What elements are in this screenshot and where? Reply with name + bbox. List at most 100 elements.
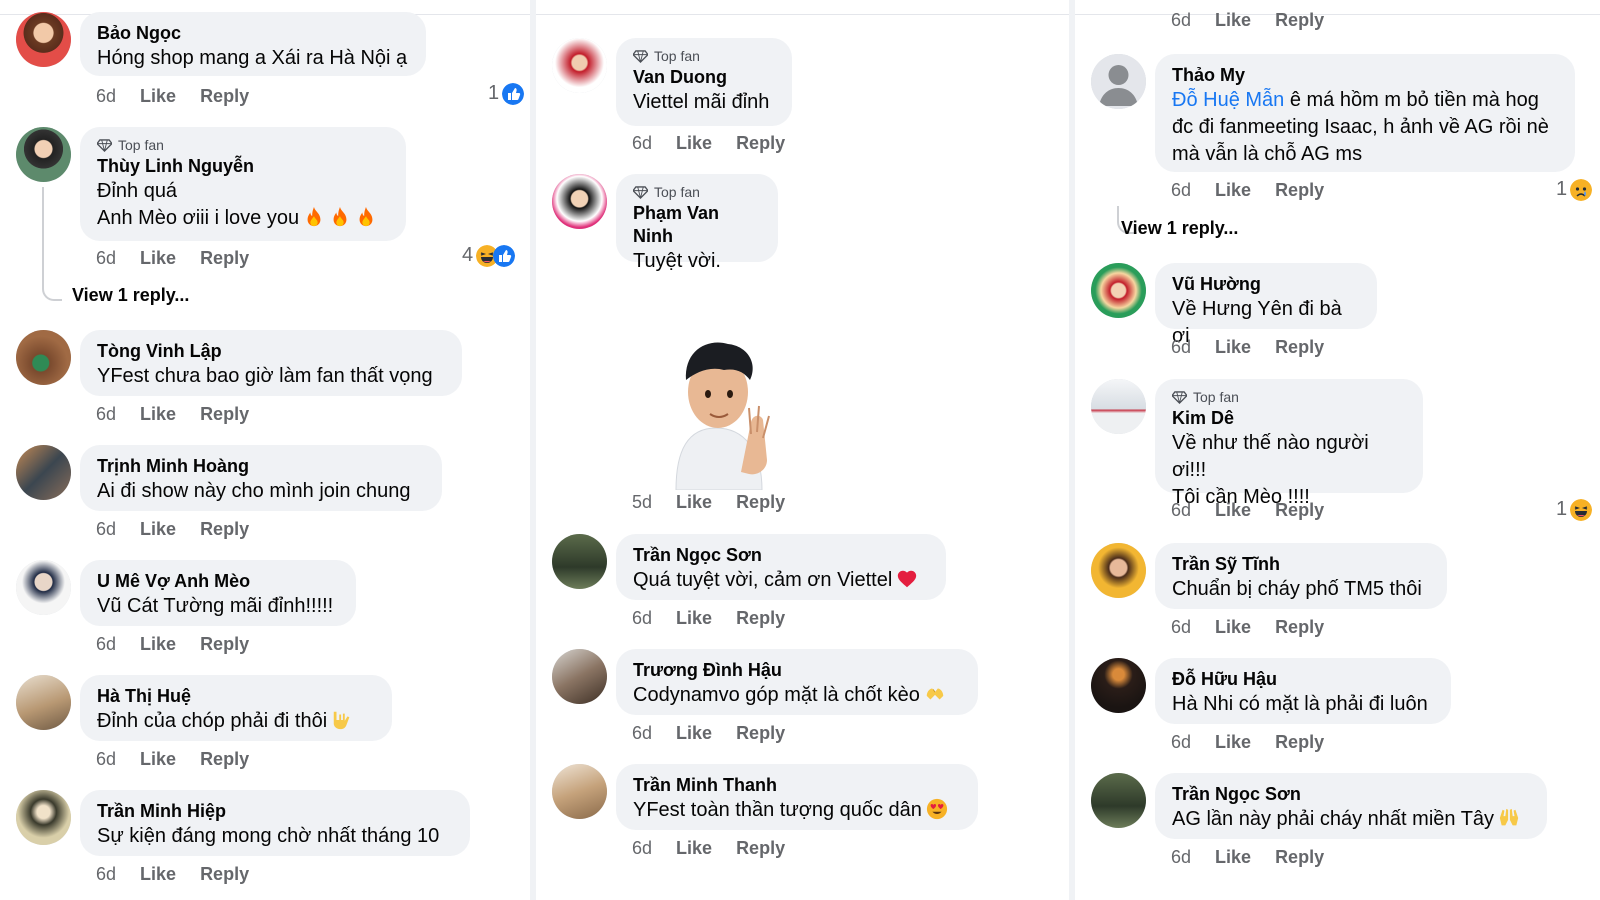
comment-time[interactable]: 6d [632,723,652,744]
reply-button[interactable]: Reply [736,723,785,744]
comment-author[interactable]: Bảo Ngọc [97,22,410,45]
comment-time[interactable]: 6d [632,608,652,629]
comment-time[interactable]: 6d [632,133,652,154]
like-button[interactable]: Like [1215,337,1251,358]
comment-author[interactable]: Phạm Van Ninh [633,202,762,248]
reply-button[interactable]: Reply [1275,732,1324,753]
reaction-summary[interactable]: 4 [462,244,515,267]
view-replies-link[interactable]: View 1 reply... [72,285,189,306]
comment-author[interactable]: Trần Minh Hiệp [97,800,454,823]
like-button[interactable]: Like [140,404,176,425]
comment-time[interactable]: 6d [1171,500,1191,521]
comment-author[interactable]: Trần Sỹ Tĩnh [1172,553,1431,576]
comment-time[interactable]: 6d [96,634,116,655]
comment-time[interactable]: 6d [1171,10,1191,31]
comment-author[interactable]: Trần Ngọc Sơn [1172,783,1531,806]
reply-button[interactable]: Reply [200,634,249,655]
comment-author[interactable]: Van Duong [633,66,776,89]
comment-time[interactable]: 6d [1171,732,1191,753]
like-button[interactable]: Like [676,133,712,154]
avatar[interactable] [1091,773,1146,828]
comment-author[interactable]: Đỗ Hữu Hậu [1172,668,1435,691]
reaction-summary[interactable]: 1 [1556,178,1592,201]
avatar[interactable] [552,38,607,93]
like-button[interactable]: Like [676,492,712,513]
comment-author[interactable]: Trịnh Minh Hoàng [97,455,426,478]
reply-button[interactable]: Reply [200,519,249,540]
like-button[interactable]: Like [140,749,176,770]
like-button[interactable]: Like [1215,732,1251,753]
comment-author[interactable]: Thảo My [1172,64,1559,87]
like-button[interactable]: Like [1215,847,1251,868]
reply-button[interactable]: Reply [736,838,785,859]
comment-author[interactable]: Trần Minh Thanh [633,774,962,797]
reply-button[interactable]: Reply [1275,337,1324,358]
comment-author[interactable]: Trương Đình Hậu [633,659,962,682]
reply-button[interactable]: Reply [736,492,785,513]
comment-time[interactable]: 6d [1171,337,1191,358]
mention-link[interactable]: Đỗ Huệ Mẫn [1172,89,1284,111]
comment-time[interactable]: 6d [1171,617,1191,638]
comment-time[interactable]: 6d [96,864,116,885]
reply-button[interactable]: Reply [200,864,249,885]
like-button[interactable]: Like [1215,500,1251,521]
reaction-summary[interactable]: 1 [1556,498,1592,521]
reaction-summary[interactable]: 1 [488,82,524,105]
reply-button[interactable]: Reply [200,248,249,269]
reply-button[interactable]: Reply [200,86,249,107]
comment-time[interactable]: 6d [96,404,116,425]
comment-time[interactable]: 6d [96,86,116,107]
avatar[interactable] [16,12,71,67]
avatar[interactable] [552,649,607,704]
avatar[interactable] [1091,263,1146,318]
comment-time[interactable]: 6d [96,749,116,770]
like-button[interactable]: Like [676,608,712,629]
like-button[interactable]: Like [676,838,712,859]
comment-author[interactable]: Hà Thị Huệ [97,685,376,708]
avatar[interactable] [1091,658,1146,713]
comment-time[interactable]: 6d [96,519,116,540]
reply-button[interactable]: Reply [736,133,785,154]
comment-time[interactable]: 6d [632,838,652,859]
avatar[interactable] [552,534,607,589]
avatar[interactable] [1091,54,1146,109]
reply-button[interactable]: Reply [1275,10,1324,31]
like-button[interactable]: Like [140,86,176,107]
reply-button[interactable]: Reply [1275,847,1324,868]
comment-time[interactable]: 6d [1171,847,1191,868]
comment-time[interactable]: 6d [96,248,116,269]
like-button[interactable]: Like [1215,10,1251,31]
avatar[interactable] [16,790,71,845]
reply-button[interactable]: Reply [1275,617,1324,638]
avatar[interactable] [16,445,71,500]
comment-time[interactable]: 5d [632,492,652,513]
avatar[interactable] [16,675,71,730]
avatar[interactable] [552,174,607,229]
avatar[interactable] [1091,379,1146,434]
reply-button[interactable]: Reply [1275,500,1324,521]
like-button[interactable]: Like [140,248,176,269]
comment-time[interactable]: 6d [1171,180,1191,201]
comment-author[interactable]: Tòng Vinh Lập [97,340,446,363]
like-button[interactable]: Like [1215,180,1251,201]
like-button[interactable]: Like [140,634,176,655]
reply-button[interactable]: Reply [200,749,249,770]
avatar[interactable] [552,764,607,819]
view-replies-link[interactable]: View 1 reply... [1121,218,1238,239]
like-button[interactable]: Like [1215,617,1251,638]
reply-button[interactable]: Reply [736,608,785,629]
like-button[interactable]: Like [140,864,176,885]
reply-button[interactable]: Reply [200,404,249,425]
comment-author[interactable]: Trần Ngọc Sơn [633,544,930,567]
like-button[interactable]: Like [676,723,712,744]
avatar[interactable] [16,127,71,182]
avatar[interactable] [16,330,71,385]
comment-author[interactable]: Thùy Linh Nguyễn [97,155,390,178]
avatar[interactable] [16,560,71,615]
comment-author[interactable]: Kim Dê [1172,407,1407,430]
comment-author[interactable]: U Mê Vợ Anh Mèo [97,570,340,593]
comment-author[interactable]: Vũ Hường [1172,273,1361,296]
like-button[interactable]: Like [140,519,176,540]
reply-button[interactable]: Reply [1275,180,1324,201]
avatar[interactable] [1091,543,1146,598]
